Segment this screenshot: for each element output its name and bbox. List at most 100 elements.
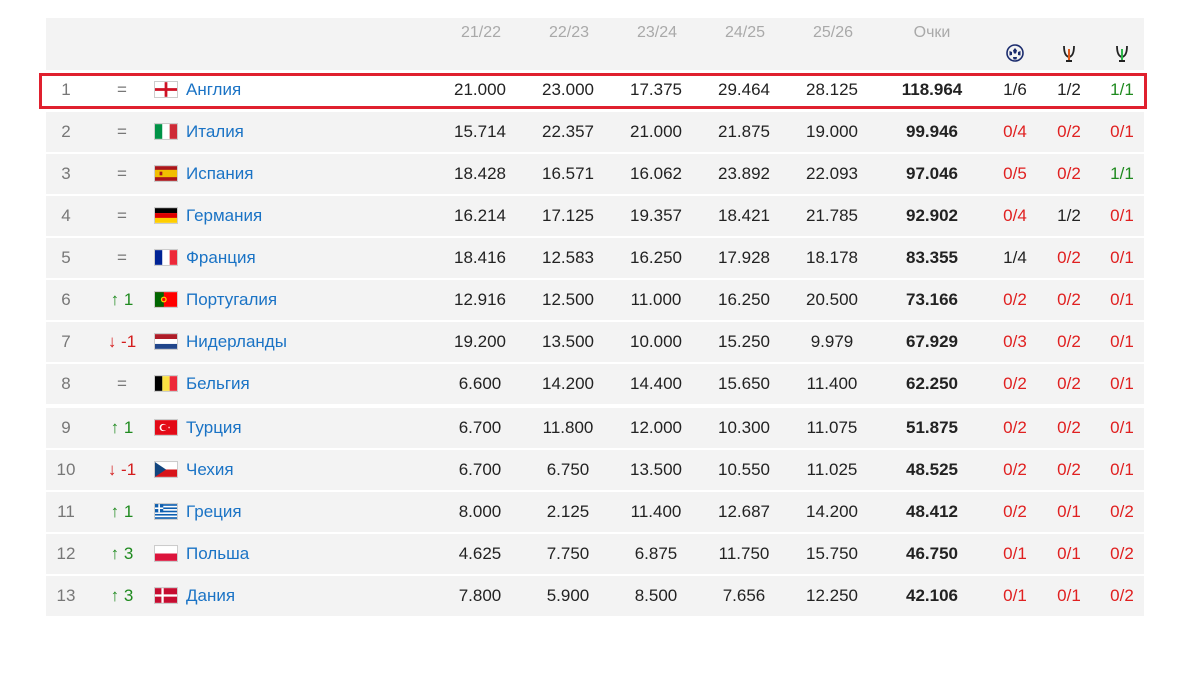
table-row[interactable]: 10 ↓ -1 Чехия 6.700 6.750 13.500 10.550 11.025 4… bbox=[46, 450, 1144, 492]
table-row[interactable]: 8 = Бельгия 6.600 14.200 14.400 15.650 11.400 62… bbox=[46, 364, 1144, 408]
season-score: 21.000 bbox=[454, 80, 506, 99]
season-score: 28.125 bbox=[806, 80, 858, 99]
table-row[interactable]: 9 ↑ 1 Турция 6.700 11.800 12.000 10.300 11.075 5… bbox=[46, 408, 1144, 450]
conference-league-record: 0/2 bbox=[1110, 586, 1134, 605]
champions-league-record: 0/4 bbox=[1003, 122, 1027, 141]
table-row[interactable]: 6 ↑ 1 Португалия 12.916 12.500 11.000 16.250 20… bbox=[46, 280, 1144, 322]
champions-league-record: 0/2 bbox=[1003, 502, 1027, 521]
champions-league-record: 0/4 bbox=[1003, 206, 1027, 225]
rank-change: = bbox=[117, 164, 127, 183]
season-header-1[interactable]: 21/22 bbox=[441, 24, 521, 42]
rank-change: ↑ 1 bbox=[110, 418, 134, 437]
turkey-flag-icon bbox=[154, 419, 178, 436]
table-row[interactable]: 5 = Франция 18.416 12.583 16.250 17.928 18.178 8… bbox=[46, 238, 1144, 280]
country-link[interactable]: Германия bbox=[186, 196, 262, 236]
season-score: 9.979 bbox=[810, 332, 854, 351]
rank: 4 bbox=[61, 206, 71, 225]
table-row[interactable]: 13 ↑ 3 Дания 7.800 5.900 8.500 7.656 12.250 42.1… bbox=[46, 576, 1144, 618]
country-link[interactable]: Италия bbox=[186, 112, 244, 152]
season-score: 18.178 bbox=[806, 248, 858, 267]
season-score: 13.500 bbox=[630, 460, 682, 479]
conference-league-record: 1/1 bbox=[1110, 80, 1134, 99]
country-link[interactable]: Франция bbox=[186, 238, 256, 278]
total-points: 83.355 bbox=[906, 248, 958, 267]
season-score: 19.357 bbox=[630, 206, 682, 225]
rank-change: = bbox=[117, 374, 127, 393]
table-row[interactable]: 2 = Италия 15.714 22.357 21.000 21.875 19.000 99… bbox=[46, 112, 1144, 154]
champions-league-record: 0/3 bbox=[1003, 332, 1027, 351]
season-score: 23.892 bbox=[718, 164, 770, 183]
season-score: 16.214 bbox=[454, 206, 506, 225]
country-link[interactable]: Польша bbox=[186, 534, 249, 574]
uefa-coefficient-table: 21/22 22/23 23/24 24/25 25/26 Очки 1 = А… bbox=[46, 18, 1144, 618]
rank: 3 bbox=[61, 164, 71, 183]
season-score: 13.500 bbox=[542, 332, 594, 351]
season-score: 7.656 bbox=[722, 586, 766, 605]
europa-league-record: 0/1 bbox=[1057, 586, 1081, 605]
season-header-3[interactable]: 23/24 bbox=[617, 24, 697, 42]
season-score: 14.200 bbox=[806, 502, 858, 521]
season-score: 11.075 bbox=[806, 418, 858, 437]
country-link[interactable]: Турция bbox=[186, 408, 242, 448]
country-link[interactable]: Англия bbox=[186, 70, 241, 110]
season-score: 11.025 bbox=[806, 460, 858, 479]
country-link[interactable]: Бельгия bbox=[186, 364, 250, 404]
season-score: 18.421 bbox=[718, 206, 770, 225]
total-points: 51.875 bbox=[906, 418, 958, 437]
champions-league-record: 0/5 bbox=[1003, 164, 1027, 183]
england-flag-icon bbox=[154, 81, 178, 98]
rank-change: ↑ 1 bbox=[110, 502, 134, 521]
season-score: 7.800 bbox=[458, 586, 502, 605]
table-row[interactable]: 12 ↑ 3 Польша 4.625 7.750 6.875 11.750 15.750 46… bbox=[46, 534, 1144, 576]
country-link[interactable]: Нидерланды bbox=[186, 322, 287, 362]
season-score: 12.583 bbox=[542, 248, 594, 267]
season-score: 6.700 bbox=[458, 460, 502, 479]
rank-change: ↓ -1 bbox=[107, 332, 137, 351]
season-header-5[interactable]: 25/26 bbox=[793, 24, 873, 42]
total-points: 48.525 bbox=[906, 460, 958, 479]
season-score: 2.125 bbox=[546, 502, 590, 521]
season-score: 11.400 bbox=[630, 502, 682, 521]
country-link[interactable]: Чехия bbox=[186, 450, 234, 490]
conference-league-record: 0/1 bbox=[1110, 248, 1134, 267]
conference-league-icon bbox=[1111, 42, 1133, 64]
season-score: 11.400 bbox=[806, 374, 858, 393]
italy-flag-icon bbox=[154, 123, 178, 140]
country-link[interactable]: Греция bbox=[186, 492, 242, 532]
denmark-flag-icon bbox=[154, 587, 178, 604]
season-score: 16.571 bbox=[542, 164, 594, 183]
season-score: 12.000 bbox=[630, 418, 682, 437]
champions-league-record: 0/2 bbox=[1003, 418, 1027, 437]
season-score: 19.000 bbox=[806, 122, 858, 141]
season-header-2[interactable]: 22/23 bbox=[529, 24, 609, 42]
rank-change: = bbox=[117, 80, 127, 99]
europa-league-record: 0/1 bbox=[1057, 502, 1081, 521]
table-row[interactable]: 11 ↑ 1 Греция 8.000 2.125 11.400 12.687 14.200 4… bbox=[46, 492, 1144, 534]
season-score: 10.550 bbox=[718, 460, 770, 479]
season-score: 29.464 bbox=[718, 80, 770, 99]
season-score: 21.785 bbox=[806, 206, 858, 225]
season-score: 11.750 bbox=[718, 544, 770, 563]
rank-change: ↑ 3 bbox=[110, 544, 134, 563]
europa-league-record: 0/2 bbox=[1057, 290, 1081, 309]
country-link[interactable]: Дания bbox=[186, 576, 235, 616]
country-link[interactable]: Испания bbox=[186, 154, 253, 194]
table-row[interactable]: 7 ↓ -1 Нидерланды 19.200 13.500 10.000 15.250 9… bbox=[46, 322, 1144, 364]
season-header-4[interactable]: 24/25 bbox=[705, 24, 785, 42]
points-header[interactable]: Очки bbox=[892, 24, 972, 42]
conference-league-record: 0/1 bbox=[1110, 122, 1134, 141]
table-row[interactable]: 4 = Германия 16.214 17.125 19.357 18.421 21.785… bbox=[46, 196, 1144, 238]
season-score: 22.093 bbox=[806, 164, 858, 183]
season-score: 16.062 bbox=[630, 164, 682, 183]
table-row[interactable]: 1 = Англия 21.000 23.000 17.375 29.464 28.125 11… bbox=[46, 70, 1144, 112]
europa-league-record: 0/2 bbox=[1057, 460, 1081, 479]
rank: 11 bbox=[57, 502, 75, 521]
table-row[interactable]: 3 = Испания 18.428 16.571 16.062 23.892 22.093 9… bbox=[46, 154, 1144, 196]
rank: 5 bbox=[61, 248, 71, 267]
rank-change: ↑ 3 bbox=[110, 586, 134, 605]
champions-league-record: 0/1 bbox=[1003, 586, 1027, 605]
country-link[interactable]: Португалия bbox=[186, 280, 277, 320]
europa-league-record: 0/2 bbox=[1057, 374, 1081, 393]
rank: 8 bbox=[61, 374, 71, 393]
rank-change: = bbox=[117, 206, 127, 225]
